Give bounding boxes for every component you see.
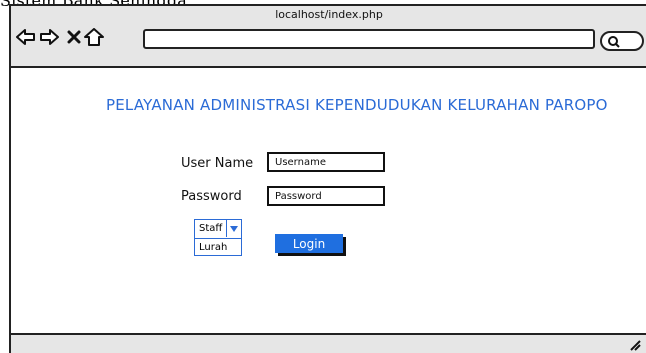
page-title: PELAYANAN ADMINISTRASI KEPENDUDUKAN KELU… xyxy=(106,96,608,114)
role-selected-value: Staff xyxy=(199,223,223,234)
login-button[interactable]: Login xyxy=(275,234,343,253)
resize-grip-icon[interactable] xyxy=(629,339,641,351)
address-bar[interactable] xyxy=(143,29,595,49)
role-select[interactable]: Staff xyxy=(194,219,242,239)
browser-window: localhost/index.php PELAYANAN ADMINISTRA… xyxy=(9,4,646,353)
chevron-down-icon[interactable] xyxy=(226,220,241,237)
back-arrow-icon[interactable] xyxy=(15,26,37,48)
password-input[interactable] xyxy=(267,186,385,206)
close-x-icon[interactable] xyxy=(63,26,85,48)
username-input[interactable] xyxy=(267,152,385,172)
home-icon[interactable] xyxy=(83,26,105,48)
password-label: Password xyxy=(181,189,242,204)
search-icon xyxy=(608,36,620,48)
search-button[interactable] xyxy=(600,31,644,51)
username-label: User Name xyxy=(181,156,254,171)
page-content: PELAYANAN ADMINISTRASI KEPENDUDUKAN KELU… xyxy=(11,68,646,353)
role-option-lurah[interactable]: Lurah xyxy=(194,238,242,256)
url-text: localhost/index.php xyxy=(275,8,383,21)
browser-toolbar: localhost/index.php xyxy=(11,6,646,68)
status-bar xyxy=(11,333,646,353)
forward-arrow-icon[interactable] xyxy=(38,26,60,48)
